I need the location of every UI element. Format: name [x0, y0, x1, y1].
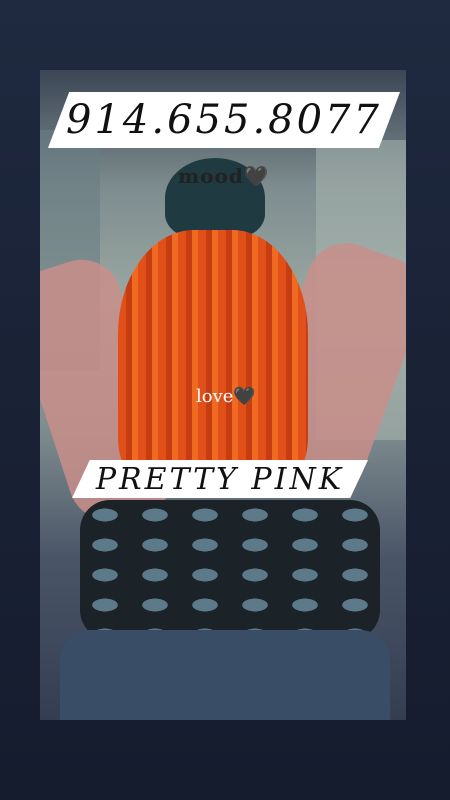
mood-sticker: mood🖤 [178, 164, 270, 188]
name-banner: PRETTY PINK [72, 460, 368, 498]
phone-banner: 914.655.8077 [48, 92, 400, 148]
patterned-skirt [80, 500, 380, 640]
jeans [60, 630, 390, 720]
love-sticker: love🖤 [196, 386, 256, 407]
orange-braids [118, 230, 308, 490]
